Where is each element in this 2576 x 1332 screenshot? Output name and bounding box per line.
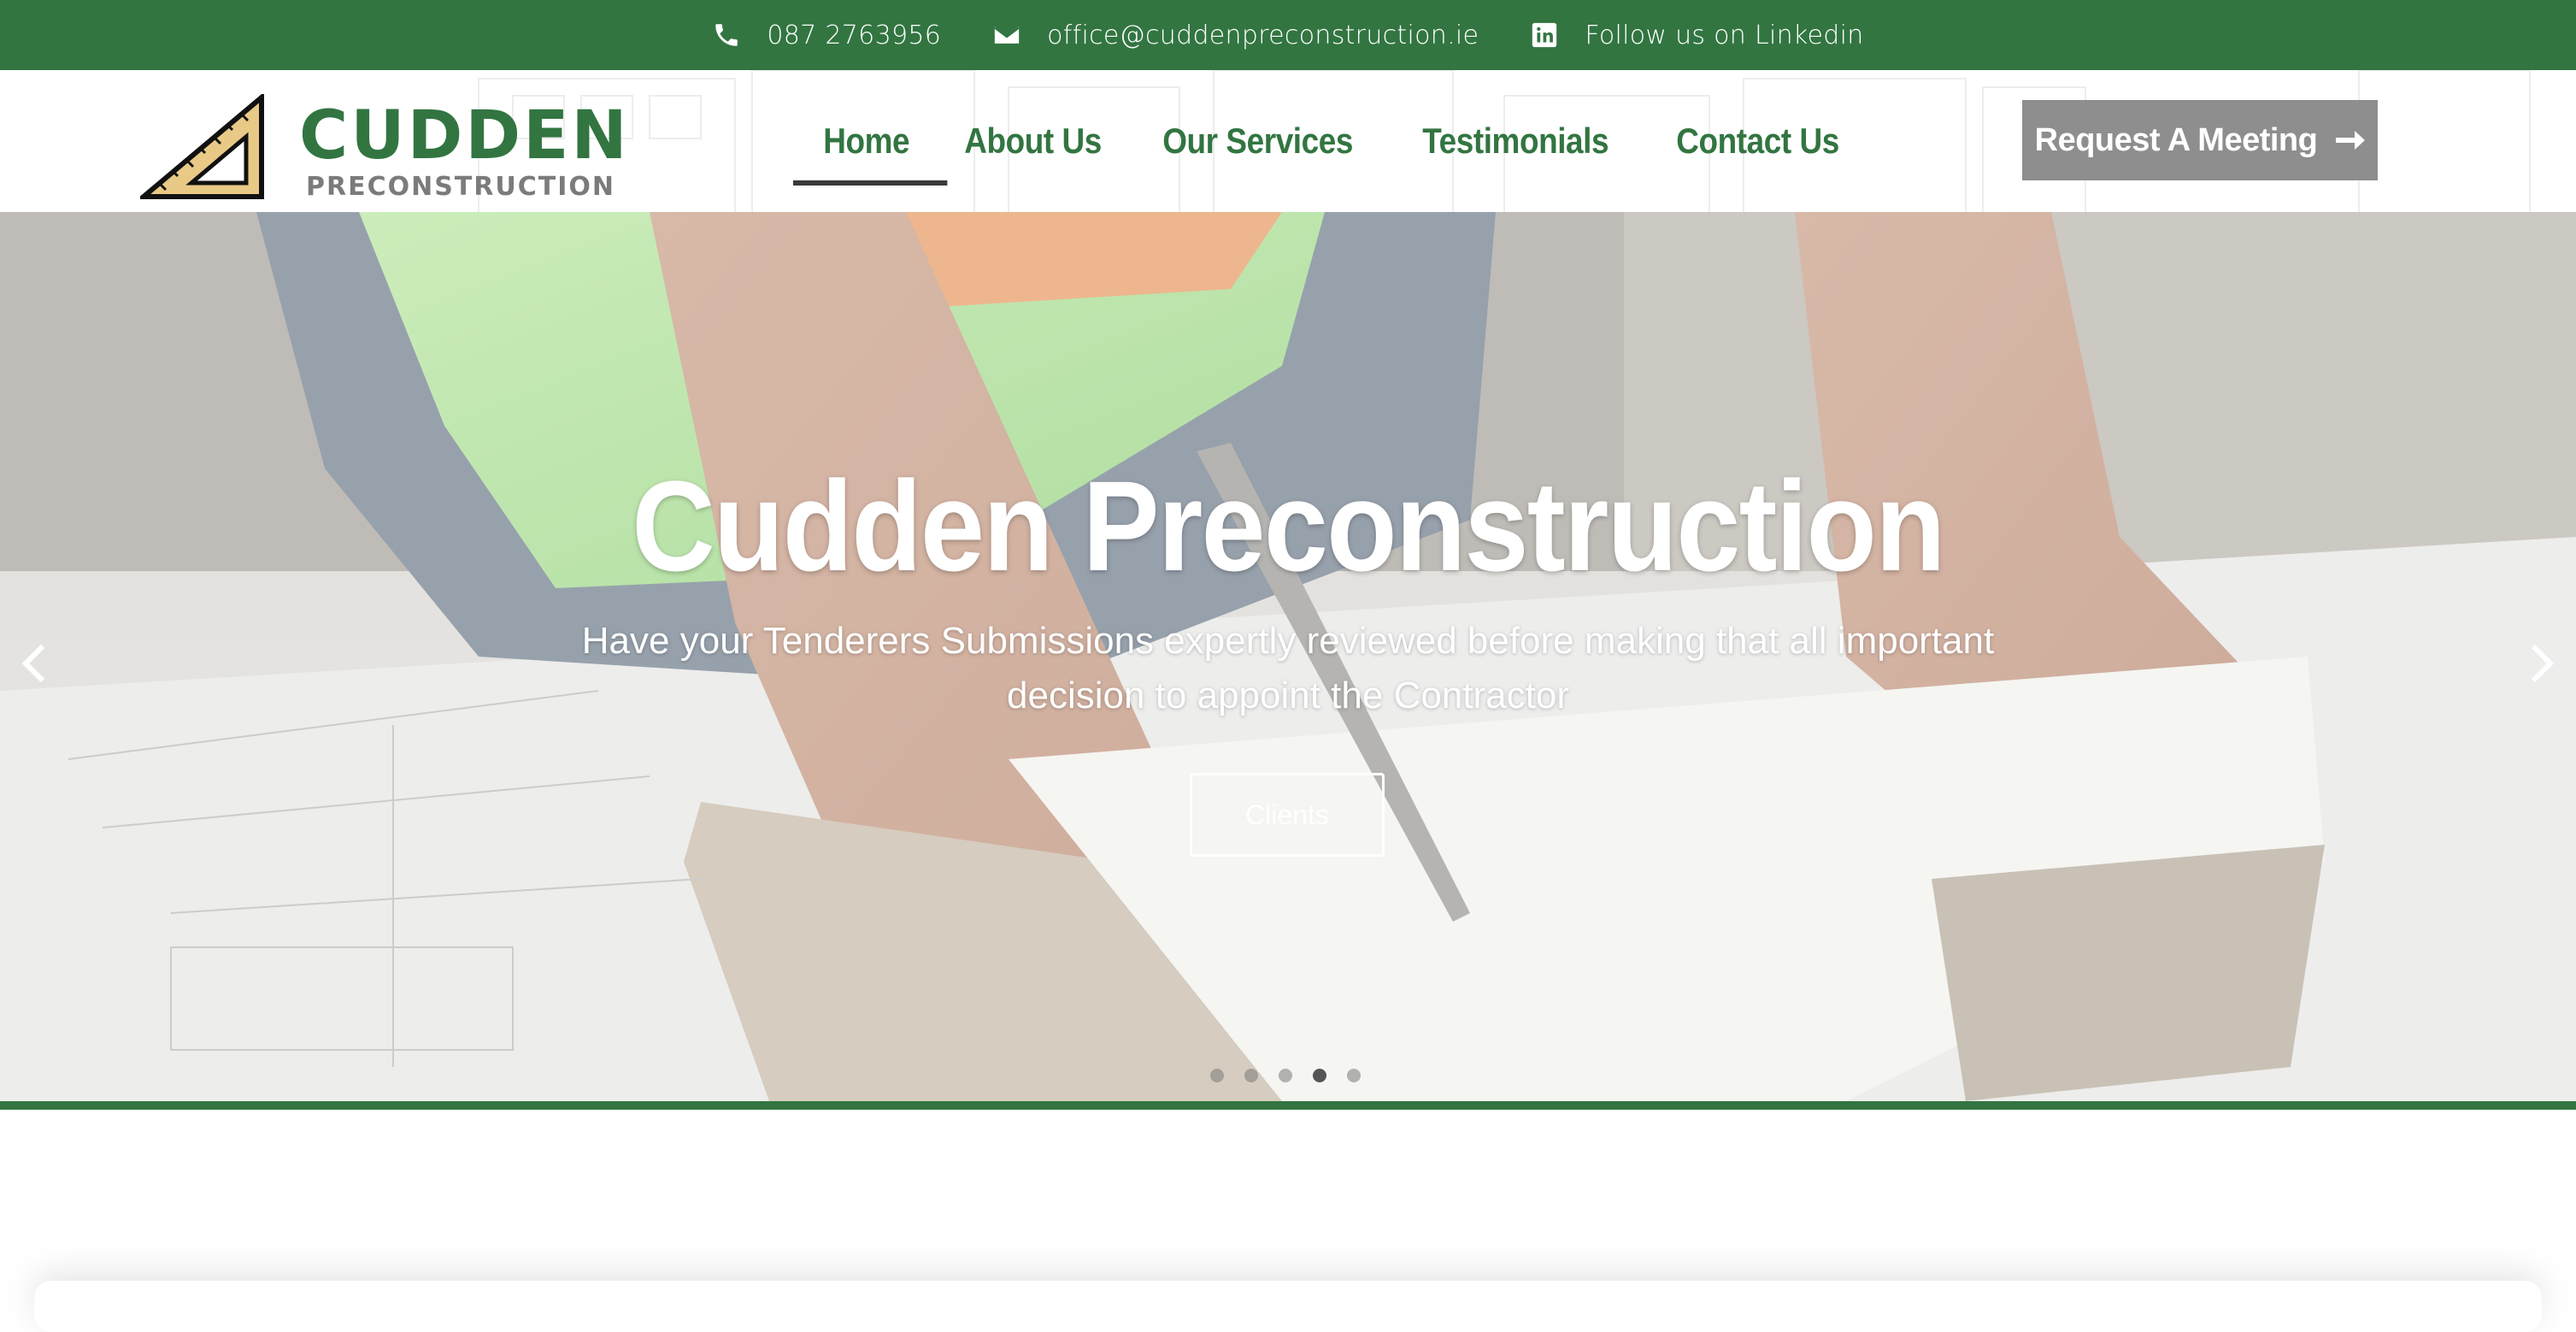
slider-prev-button[interactable] (17, 639, 51, 687)
site-logo[interactable]: CUDDEN PRECONSTRUCTION (140, 94, 627, 200)
set-square-icon (140, 94, 264, 199)
email-contact[interactable]: office@cuddenpreconstruction.ie (992, 21, 1479, 50)
nav-home[interactable]: Home (793, 121, 947, 186)
request-meeting-label: Request A Meeting (2034, 121, 2318, 158)
slide-dot-1[interactable] (1210, 1069, 1224, 1082)
linkedin-link: Follow us on Linkedin (1585, 20, 1864, 50)
nav-contact-us[interactable]: Contact Us (1646, 121, 1869, 162)
nav-our-services[interactable]: Our Services (1132, 121, 1383, 162)
contact-bar: 087 2763956 office@cuddenpreconstruction… (0, 0, 2576, 70)
nav-testimonials[interactable]: Testimonials (1392, 121, 1638, 162)
main-nav: Home About Us Our Services Testimonials … (793, 70, 1874, 212)
envelope-icon (994, 27, 1020, 44)
email-address: office@cuddenpreconstruction.ie (1047, 20, 1479, 50)
arrow-right-icon (2336, 131, 2366, 150)
phone-number: 087 2763956 (767, 20, 942, 50)
linkedin-contact[interactable]: Follow us on Linkedin (1530, 21, 1863, 50)
logo-sub-text: PRECONSTRUCTION (306, 172, 615, 202)
hero-slider: Cudden Preconstruction Have your Tendere… (0, 212, 2576, 1101)
phone-contact[interactable]: 087 2763956 (712, 21, 941, 50)
slider-pagination (1210, 1069, 1381, 1082)
nav-about-us[interactable]: About Us (934, 121, 1132, 162)
slider-next-button[interactable] (2525, 639, 2559, 687)
hero-divider (0, 1101, 2576, 1110)
slide-dot-3[interactable] (1279, 1069, 1292, 1082)
chevron-left-icon (21, 644, 45, 683)
site-header: CUDDEN PRECONSTRUCTION Home About Us Our… (0, 70, 2576, 212)
content-card (34, 1281, 2542, 1332)
request-meeting-button[interactable]: Request A Meeting (2022, 100, 2378, 180)
clients-button[interactable]: Clients (1190, 773, 1385, 857)
slide-dot-5[interactable] (1347, 1069, 1361, 1082)
hero-title: Cudden Preconstruction (632, 454, 1945, 598)
slide-dot-4[interactable] (1313, 1069, 1326, 1082)
content-section (0, 1110, 2576, 1298)
logo-main-text: CUDDEN (299, 97, 630, 174)
linkedin-icon (1532, 22, 1557, 48)
phone-icon (715, 24, 738, 46)
hero-subtitle: Have your Tenderers Submissions expertly… (581, 620, 1995, 716)
slide-dot-2[interactable] (1244, 1069, 1258, 1082)
chevron-right-icon (2531, 644, 2555, 683)
